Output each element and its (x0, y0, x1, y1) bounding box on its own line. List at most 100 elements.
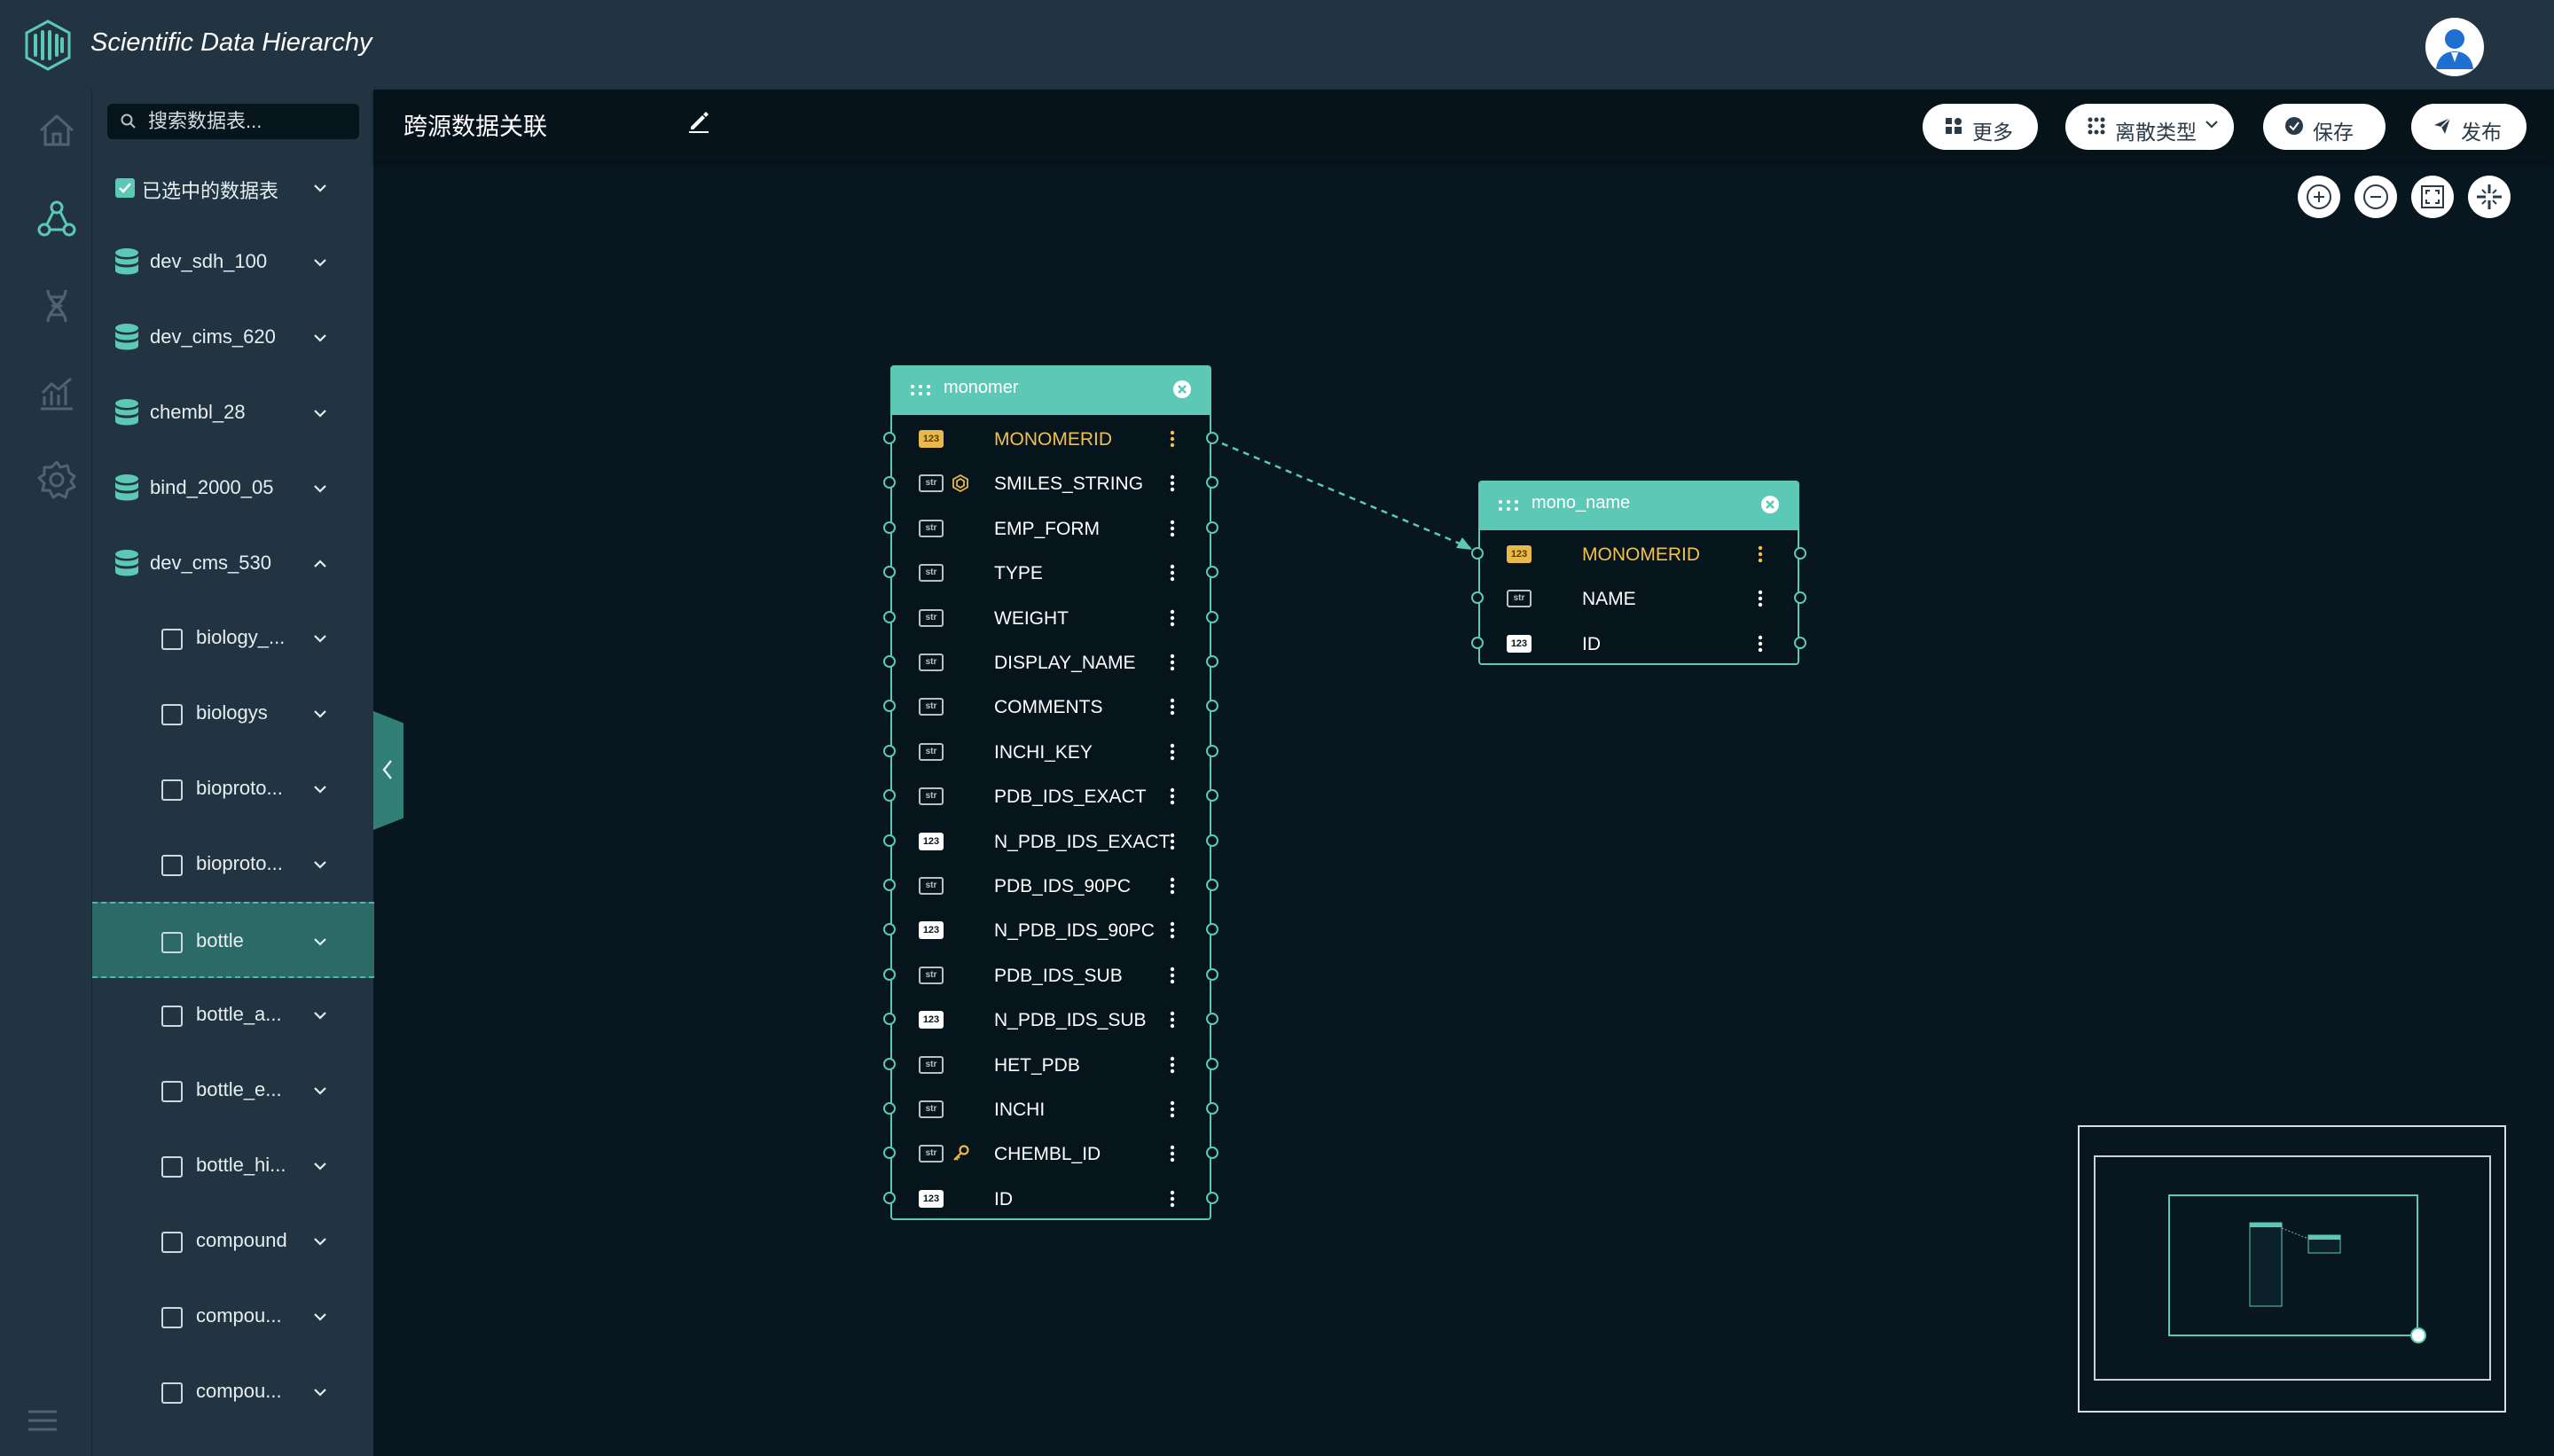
chevron-down-icon[interactable] (312, 1235, 328, 1248)
left-port[interactable] (883, 923, 896, 936)
right-port[interactable] (1206, 1013, 1218, 1026)
more-vertical-icon[interactable] (1170, 876, 1175, 896)
right-port[interactable] (1206, 610, 1218, 623)
right-port[interactable] (1206, 432, 1218, 444)
chevron-down-icon[interactable] (312, 1009, 328, 1022)
more-vertical-icon[interactable] (1170, 1100, 1175, 1119)
field-row[interactable]: str COMMENTS (883, 685, 1218, 729)
chevron-down-icon[interactable] (312, 708, 328, 720)
right-port[interactable] (1206, 521, 1218, 534)
left-port[interactable] (883, 1147, 896, 1160)
chevron-down-icon[interactable] (312, 407, 328, 419)
more-vertical-icon[interactable] (1170, 1055, 1175, 1075)
more-vertical-icon[interactable] (1170, 429, 1175, 449)
left-port[interactable] (883, 789, 896, 802)
type-select[interactable]: 离散类型 (2065, 104, 2234, 150)
search-input[interactable] (148, 104, 352, 139)
entity-header[interactable]: monomer (890, 365, 1211, 415)
left-port[interactable] (883, 432, 896, 444)
left-port[interactable] (883, 1102, 896, 1115)
more-vertical-icon[interactable] (1170, 966, 1175, 985)
table-item[interactable]: bottle_hi... (92, 1128, 374, 1204)
table-item[interactable]: bioproto... (92, 826, 374, 903)
table-item[interactable]: compou... (92, 1279, 374, 1355)
table-item[interactable]: biologys (92, 676, 374, 752)
field-row[interactable]: str HET_PDB (883, 1043, 1218, 1087)
minimap-viewport[interactable] (2168, 1194, 2418, 1336)
chevron-down-icon[interactable] (312, 1386, 328, 1398)
table-item[interactable]: biology_... (92, 600, 374, 677)
fit-view-button[interactable] (2411, 176, 2454, 218)
field-row[interactable]: 123 N_PDB_IDS_SUB (883, 998, 1218, 1042)
entity-monomer[interactable]: monomer 123 MONOMERID str SMILES_STRING str E… (883, 365, 1218, 1220)
selected-group-checkbox[interactable] (115, 178, 135, 198)
left-port[interactable] (1471, 547, 1484, 560)
field-row[interactable]: str WEIGHT (883, 596, 1218, 640)
center-view-button[interactable] (2468, 176, 2511, 218)
more-vertical-icon[interactable] (1758, 544, 1763, 564)
right-port[interactable] (1206, 1102, 1218, 1115)
table-item[interactable]: compound (92, 1203, 374, 1280)
left-port[interactable] (883, 700, 896, 713)
settings-icon[interactable] (34, 457, 80, 503)
left-port[interactable] (883, 879, 896, 891)
chevron-down-icon[interactable] (312, 858, 328, 871)
table-checkbox[interactable] (161, 629, 183, 650)
chevron-down-icon[interactable] (312, 935, 328, 948)
dna-icon[interactable] (34, 283, 80, 329)
table-checkbox[interactable] (161, 855, 183, 876)
more-vertical-icon[interactable] (1170, 920, 1175, 940)
right-port[interactable] (1206, 476, 1218, 489)
more-vertical-icon[interactable] (1170, 1010, 1175, 1029)
left-port[interactable] (883, 1191, 896, 1204)
more-vertical-icon[interactable] (1170, 697, 1175, 716)
right-port[interactable] (1206, 1057, 1218, 1070)
database-item[interactable]: dev_cims_620 (92, 300, 374, 376)
chevron-down-icon[interactable] (312, 1084, 328, 1097)
right-port[interactable] (1206, 789, 1218, 802)
field-row[interactable]: str CHEMBL_ID (883, 1131, 1218, 1176)
field-row[interactable]: str PDB_IDS_90PC (883, 864, 1218, 908)
search-box[interactable] (107, 104, 359, 139)
right-port[interactable] (1794, 636, 1806, 649)
table-item[interactable]: bottle_e... (92, 1053, 374, 1129)
field-row[interactable]: 123 MONOMERID (883, 417, 1218, 461)
field-row[interactable]: str NAME (1471, 576, 1806, 621)
publish-button[interactable]: 发布 (2411, 104, 2527, 150)
more-vertical-icon[interactable] (1170, 787, 1175, 806)
collapse-sidebar-button[interactable] (373, 711, 403, 830)
chevron-down-icon[interactable] (312, 482, 328, 495)
field-row[interactable]: 123 ID (1471, 622, 1806, 666)
field-row[interactable]: str PDB_IDS_SUB (883, 953, 1218, 998)
zoom-in-button[interactable] (2298, 176, 2340, 218)
close-icon[interactable] (1172, 380, 1192, 399)
right-port[interactable] (1206, 566, 1218, 579)
more-vertical-icon[interactable] (1170, 519, 1175, 538)
left-port[interactable] (883, 967, 896, 981)
right-port[interactable] (1206, 923, 1218, 936)
field-row[interactable]: str INCHI (883, 1087, 1218, 1131)
more-button[interactable]: 更多 (1923, 104, 2038, 150)
more-vertical-icon[interactable] (1170, 563, 1175, 583)
more-vertical-icon[interactable] (1170, 653, 1175, 672)
edit-icon[interactable] (686, 107, 712, 134)
field-row[interactable]: str DISPLAY_NAME (883, 640, 1218, 685)
right-port[interactable] (1206, 879, 1218, 891)
drag-handle-icon[interactable] (1498, 498, 1519, 513)
chevron-down-icon[interactable] (312, 1160, 328, 1172)
more-vertical-icon[interactable] (1758, 634, 1763, 654)
left-port[interactable] (1471, 591, 1484, 605)
field-row[interactable]: 123 MONOMERID (1471, 532, 1806, 576)
database-item[interactable]: bind_2000_05 (92, 450, 374, 527)
table-checkbox[interactable] (161, 779, 183, 801)
entity-header[interactable]: mono_name (1478, 481, 1799, 530)
relation-icon[interactable] (34, 196, 80, 242)
table-checkbox[interactable] (161, 1232, 183, 1253)
right-port[interactable] (1206, 700, 1218, 713)
field-row[interactable]: str INCHI_KEY (883, 730, 1218, 774)
more-vertical-icon[interactable] (1170, 1189, 1175, 1209)
left-port[interactable] (883, 1057, 896, 1070)
more-vertical-icon[interactable] (1758, 589, 1763, 608)
right-port[interactable] (1206, 834, 1218, 847)
save-button[interactable]: 保存 (2263, 104, 2386, 150)
